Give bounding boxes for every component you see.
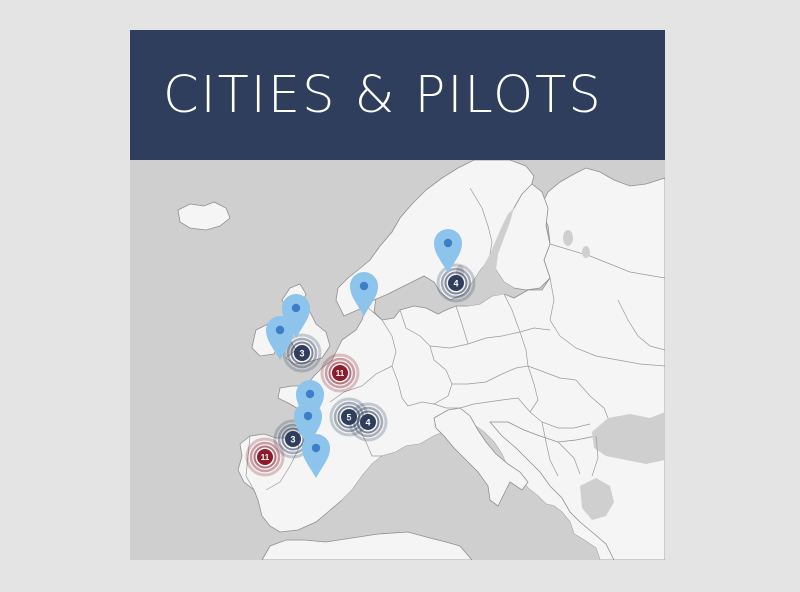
europe-map[interactable]: 4 3 11 5 4 3 11 xyxy=(130,160,665,560)
cluster-count: 4 xyxy=(365,418,370,428)
cluster-count: 11 xyxy=(261,453,270,462)
lake-onega xyxy=(582,246,590,258)
cluster-count: 3 xyxy=(299,349,304,359)
cluster-count: 4 xyxy=(453,279,458,289)
header-banner: CITIES & PILOTS xyxy=(130,30,665,160)
page-title: CITIES & PILOTS xyxy=(163,65,603,125)
lake-ladoga xyxy=(563,230,573,246)
cluster-count: 11 xyxy=(336,369,345,378)
map-svg: 4 3 11 5 4 3 11 xyxy=(130,160,665,560)
cluster-count: 3 xyxy=(290,435,295,445)
cities-pilots-card: CITIES & PILOTS 4 3 11 5 4 3 11 xyxy=(130,30,665,560)
